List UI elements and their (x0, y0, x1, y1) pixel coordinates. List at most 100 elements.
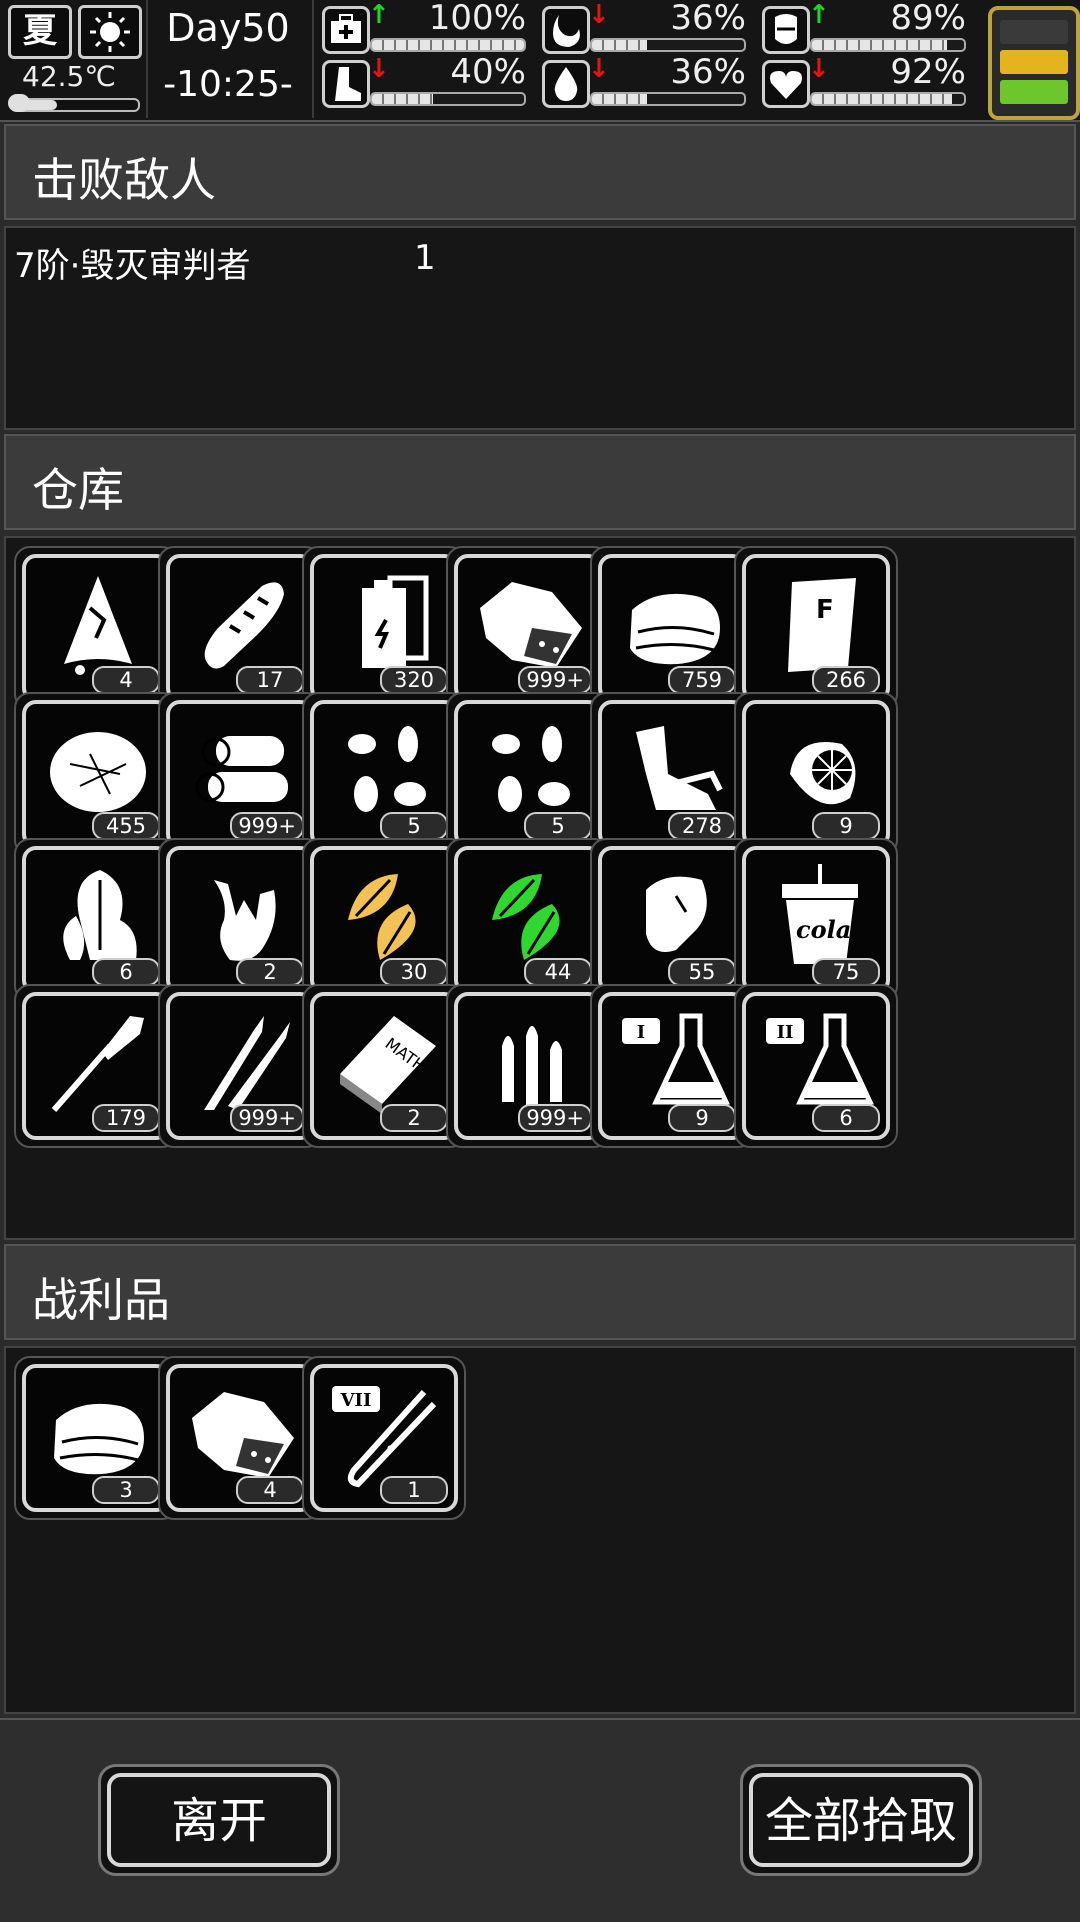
stat-value: 92% (890, 52, 966, 92)
take-all-label: 全部拾取 (749, 1773, 973, 1867)
warehouse-slot[interactable]: 5 (302, 692, 466, 856)
item-count: 6 (812, 1104, 880, 1132)
sun-icon (78, 5, 142, 59)
warehouse-slot[interactable]: cola 75 (734, 838, 898, 1002)
item-count: 1 (380, 1476, 448, 1504)
trend-up-icon: ↑ (368, 0, 390, 30)
warehouse-slot[interactable]: 5 (446, 692, 610, 856)
tobacco-leaf-icon: 30 (310, 846, 458, 994)
season-label: 夏 (23, 11, 57, 51)
warehouse-slot[interactable]: 179 (14, 984, 178, 1148)
ginger-icon: 2 (166, 846, 314, 994)
stat-armor[interactable]: ↑ 89% (762, 0, 972, 54)
fruit-icon: 9 (742, 700, 890, 848)
warehouse-slot[interactable]: 999+ (446, 546, 610, 710)
loot-slot[interactable]: 3 (14, 1356, 178, 1520)
seeds-icon: 5 (310, 700, 458, 848)
warehouse-slot[interactable]: 455 (14, 692, 178, 856)
status-bar: 夏 42.5℃ Day50 -10:25- ↑ 100% ↓ 36% ↑ 89% ↓ 40% ↓… (0, 0, 1080, 122)
stat-value: 100% (428, 0, 526, 38)
enemy-count: 1 (414, 238, 436, 278)
warehouse-slot[interactable]: I9 (590, 984, 754, 1148)
item-count: 5 (380, 812, 448, 840)
wood-logs-icon: 999+ (166, 700, 314, 848)
warehouse-slot[interactable]: 999+ (446, 984, 610, 1148)
stat-mood[interactable]: ↓ 92% (762, 52, 972, 108)
item-count: 278 (668, 812, 736, 840)
item-count: 2 (380, 1104, 448, 1132)
warehouse-slot[interactable]: 999+ (158, 692, 322, 856)
svg-text:I: I (637, 1022, 645, 1043)
warehouse-slot[interactable]: 17 (158, 546, 322, 710)
rifle-bullet-icon: 999+ (166, 992, 314, 1140)
medkit-icon (322, 6, 370, 54)
warehouse-slot[interactable]: 30 (302, 838, 466, 1002)
leave-label: 离开 (107, 1773, 331, 1867)
stat-bar (590, 92, 746, 106)
stomach-icon (542, 6, 590, 54)
warehouse-slot[interactable]: F 266 (734, 546, 898, 710)
energy-battery[interactable] (988, 6, 1080, 120)
action-bar: 离开 全部拾取 (0, 1718, 1080, 1922)
warehouse-slot[interactable]: 55 (590, 838, 754, 1002)
battery-icon: 320 (310, 554, 458, 702)
steak-icon: 55 (598, 846, 746, 994)
warehouse-slot[interactable]: 278 (590, 692, 754, 856)
fiber-icon: 455 (22, 700, 170, 848)
warehouse-slot[interactable]: 44 (446, 838, 610, 1002)
svg-text:II: II (777, 1022, 794, 1043)
stat-health[interactable]: ↑ 100% (322, 0, 532, 54)
svg-text:cola: cola (796, 915, 851, 944)
stat-value: 36% (670, 0, 746, 38)
stat-thirst[interactable]: ↓ 36% (542, 52, 752, 108)
svg-text:VII: VII (340, 1390, 372, 1411)
loot-header: 战利品 (4, 1244, 1076, 1340)
warehouse-slot[interactable]: 999+ (158, 984, 322, 1148)
item-count: 44 (524, 958, 592, 986)
defeated-header: 击败敌人 (4, 124, 1076, 220)
warehouse-slot[interactable]: 4 (14, 546, 178, 710)
warehouse-slot[interactable]: 6 (14, 838, 178, 1002)
stat-value: 89% (890, 0, 966, 38)
warehouse-header: 仓库 (4, 434, 1076, 530)
meat-chunk-icon: 999+ (454, 554, 602, 702)
plant-icon: 6 (22, 846, 170, 994)
bullets-icon: 999+ (454, 992, 602, 1140)
trend-down-icon: ↓ (368, 54, 390, 84)
warehouse-grid[interactable]: 4 17 320 999+ 759 F 266 455 999+ 5 5 278 9 6 2 30 44 55 co… (4, 536, 1076, 1240)
item-count: 455 (92, 812, 160, 840)
warehouse-slot[interactable]: 759 (590, 546, 754, 710)
stat-bar (370, 38, 526, 52)
stat-bar (810, 92, 966, 106)
warehouse-slot[interactable]: 320 (302, 546, 466, 710)
item-count: 999+ (518, 666, 592, 694)
loot-slot[interactable]: 4 (158, 1356, 322, 1520)
warehouse-slot[interactable]: MATH 2 (302, 984, 466, 1148)
item-count: 4 (236, 1476, 304, 1504)
take-all-button[interactable]: 全部拾取 (740, 1764, 982, 1876)
item-count: 2 (236, 958, 304, 986)
item-count: 999+ (518, 1104, 592, 1132)
item-count: 30 (380, 958, 448, 986)
loot-grid[interactable]: 3 4 VII 1 (4, 1346, 1076, 1714)
leave-button[interactable]: 离开 (98, 1764, 340, 1876)
stat-stamina[interactable]: ↓ 40% (322, 52, 532, 108)
loot-slot[interactable]: VII 1 (302, 1356, 466, 1520)
bread-icon: 17 (166, 554, 314, 702)
seeds-icon: 5 (454, 700, 602, 848)
cloth-icon: 759 (598, 554, 746, 702)
stat-value: 36% (670, 52, 746, 92)
item-count: 4 (92, 666, 160, 694)
item-count: 6 (92, 958, 160, 986)
item-count: 75 (812, 958, 880, 986)
loot-title: 战利品 (32, 1273, 170, 1327)
season-indicator: 夏 (8, 5, 72, 59)
rocket-icon: 179 (22, 992, 170, 1140)
warehouse-slot[interactable]: II 6 (734, 984, 898, 1148)
warehouse-slot[interactable]: 9 (734, 692, 898, 856)
fertilizer-bag-icon: F 266 (742, 554, 890, 702)
item-count: 55 (668, 958, 736, 986)
math-book-icon: MATH 2 (310, 992, 458, 1140)
stat-hunger[interactable]: ↓ 36% (542, 0, 752, 54)
warehouse-slot[interactable]: 2 (158, 838, 322, 1002)
